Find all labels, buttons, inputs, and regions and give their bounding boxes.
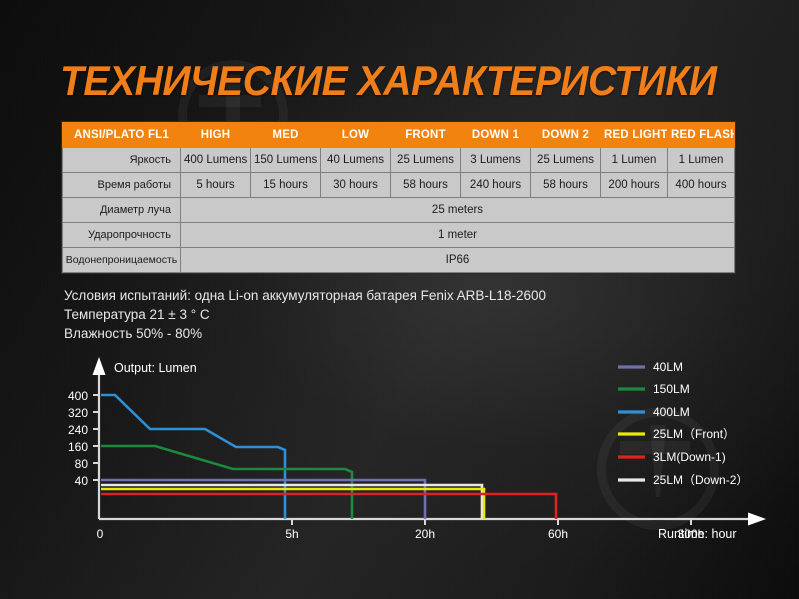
chart-series-400lm xyxy=(101,395,285,519)
table-header-cell: MED xyxy=(251,123,321,148)
slide-root: ТЕХНИЧЕСКИЕ ХАРАКТЕРИСТИКИ ANSI/PLATO FL… xyxy=(0,0,799,599)
chart-x-axis-caption: Runtime: hour xyxy=(658,527,737,541)
legend-label-400lm: 400LM xyxy=(653,405,690,419)
table-row: Время работы 5 hours 15 hours 30 hours 5… xyxy=(63,173,735,198)
chart-series-150lm xyxy=(101,446,352,519)
chart-x-tick-label: 60h xyxy=(548,527,568,541)
chart-y-tick-label: 240 xyxy=(68,423,88,437)
test-conditions-line-3: Влажность 50% - 80% xyxy=(64,324,546,343)
chart-y-tick-label: 160 xyxy=(68,440,88,454)
table-header-cell: FRONT xyxy=(391,123,461,148)
chart-y-tick-label: 400 xyxy=(68,389,88,403)
test-conditions-line-1: Условия испытаний: одна Li-on аккумулято… xyxy=(64,286,546,305)
table-cell: 25 Lumens xyxy=(391,148,461,173)
legend-label-3lm-down1: 3LM(Down-1) xyxy=(653,450,726,464)
table-cell: 240 hours xyxy=(461,173,531,198)
legend-label-40lm: 40LM xyxy=(653,360,683,374)
table-row-label: Ударопрочность xyxy=(63,223,181,248)
specifications-table: ANSI/PLATO FL1 HIGH MED LOW FRONT DOWN 1… xyxy=(62,122,735,273)
table-cell: 5 hours xyxy=(181,173,251,198)
table-cell: 1 Lumen xyxy=(601,148,668,173)
table-row: Ударопрочность 1 meter xyxy=(63,223,735,248)
table-header-cell: RED LIGHT xyxy=(601,123,668,148)
table-cell: 400 hours xyxy=(668,173,735,198)
table-cell: 25 Lumens xyxy=(531,148,601,173)
legend-label-150lm: 150LM xyxy=(653,382,690,396)
chart-y-tick-label: 40 xyxy=(75,474,89,488)
table-row-label: Яркость xyxy=(63,148,181,173)
legend-label-25lm-down2: 25LM（Down-2） xyxy=(653,473,748,487)
table-cell: 25 meters xyxy=(181,198,735,223)
table-header-cell: ANSI/PLATO FL1 xyxy=(63,123,181,148)
chart-x-tick-label: 300h xyxy=(678,527,705,541)
chart-y-axis-arrow xyxy=(93,357,106,375)
chart-x-ticks xyxy=(292,519,691,525)
table-cell: 400 Lumens xyxy=(181,148,251,173)
chart-x-tick-label: 20h xyxy=(415,527,435,541)
chart-y-ticks xyxy=(93,395,99,480)
chart-series-40lm xyxy=(101,480,425,519)
table-cell: 200 hours xyxy=(601,173,668,198)
table-header-cell: DOWN 2 xyxy=(531,123,601,148)
table-row-label: Время работы xyxy=(63,173,181,198)
table-header-cell: LOW xyxy=(321,123,391,148)
table-cell: 40 Lumens xyxy=(321,148,391,173)
chart-y-axis-caption: Output: Lumen xyxy=(114,361,197,375)
table-cell: 1 meter xyxy=(181,223,735,248)
table-cell: 1 Lumen xyxy=(668,148,735,173)
chart-y-tick-label: 80 xyxy=(75,457,89,471)
chart-series-25lm-front xyxy=(101,489,484,519)
page-title: ТЕХНИЧЕСКИЕ ХАРАКТЕРИСТИКИ xyxy=(60,57,716,105)
table-header-row: ANSI/PLATO FL1 HIGH MED LOW FRONT DOWN 1… xyxy=(63,123,735,148)
table-header-cell: DOWN 1 xyxy=(461,123,531,148)
table-header-cell: HIGH xyxy=(181,123,251,148)
table-row-label: Диаметр луча xyxy=(63,198,181,223)
chart-legend: 40LM 150LM 400LM 25LM（Front） 3LM(Down-1)… xyxy=(618,360,748,487)
table-cell: 3 Lumens xyxy=(461,148,531,173)
chart-series-25lm-down2 xyxy=(101,485,482,519)
table-cell: 150 Lumens xyxy=(251,148,321,173)
chart-x-tick-label: 0 xyxy=(97,527,104,541)
test-conditions: Условия испытаний: одна Li-on аккумулято… xyxy=(64,286,546,343)
table-cell: 58 hours xyxy=(391,173,461,198)
chart-x-tick-label: 5h xyxy=(285,527,298,541)
table-row: Диаметр луча 25 meters xyxy=(63,198,735,223)
table-cell: 58 hours xyxy=(531,173,601,198)
table-cell: 30 hours xyxy=(321,173,391,198)
chart-series-3lm-down1 xyxy=(101,494,556,519)
watermark-logo-bottom xyxy=(597,408,719,530)
table-row: Яркость 400 Lumens 150 Lumens 40 Lumens … xyxy=(63,148,735,173)
watermark-bar-horizontal xyxy=(620,441,690,454)
watermark-bar-vertical xyxy=(650,425,666,497)
table-cell: IP66 xyxy=(181,248,735,273)
table-header-cell: RED FLASH xyxy=(668,123,735,148)
table-row-label: Водонепроницаемость xyxy=(63,248,181,273)
test-conditions-line-2: Температура 21 ± 3 ° C xyxy=(64,305,546,324)
table-cell: 15 hours xyxy=(251,173,321,198)
table-row: Водонепроницаемость IP66 xyxy=(63,248,735,273)
chart-y-tick-label: 320 xyxy=(68,406,88,420)
chart-x-axis-arrow xyxy=(748,513,766,526)
legend-label-25lm-front: 25LM（Front） xyxy=(653,427,735,441)
